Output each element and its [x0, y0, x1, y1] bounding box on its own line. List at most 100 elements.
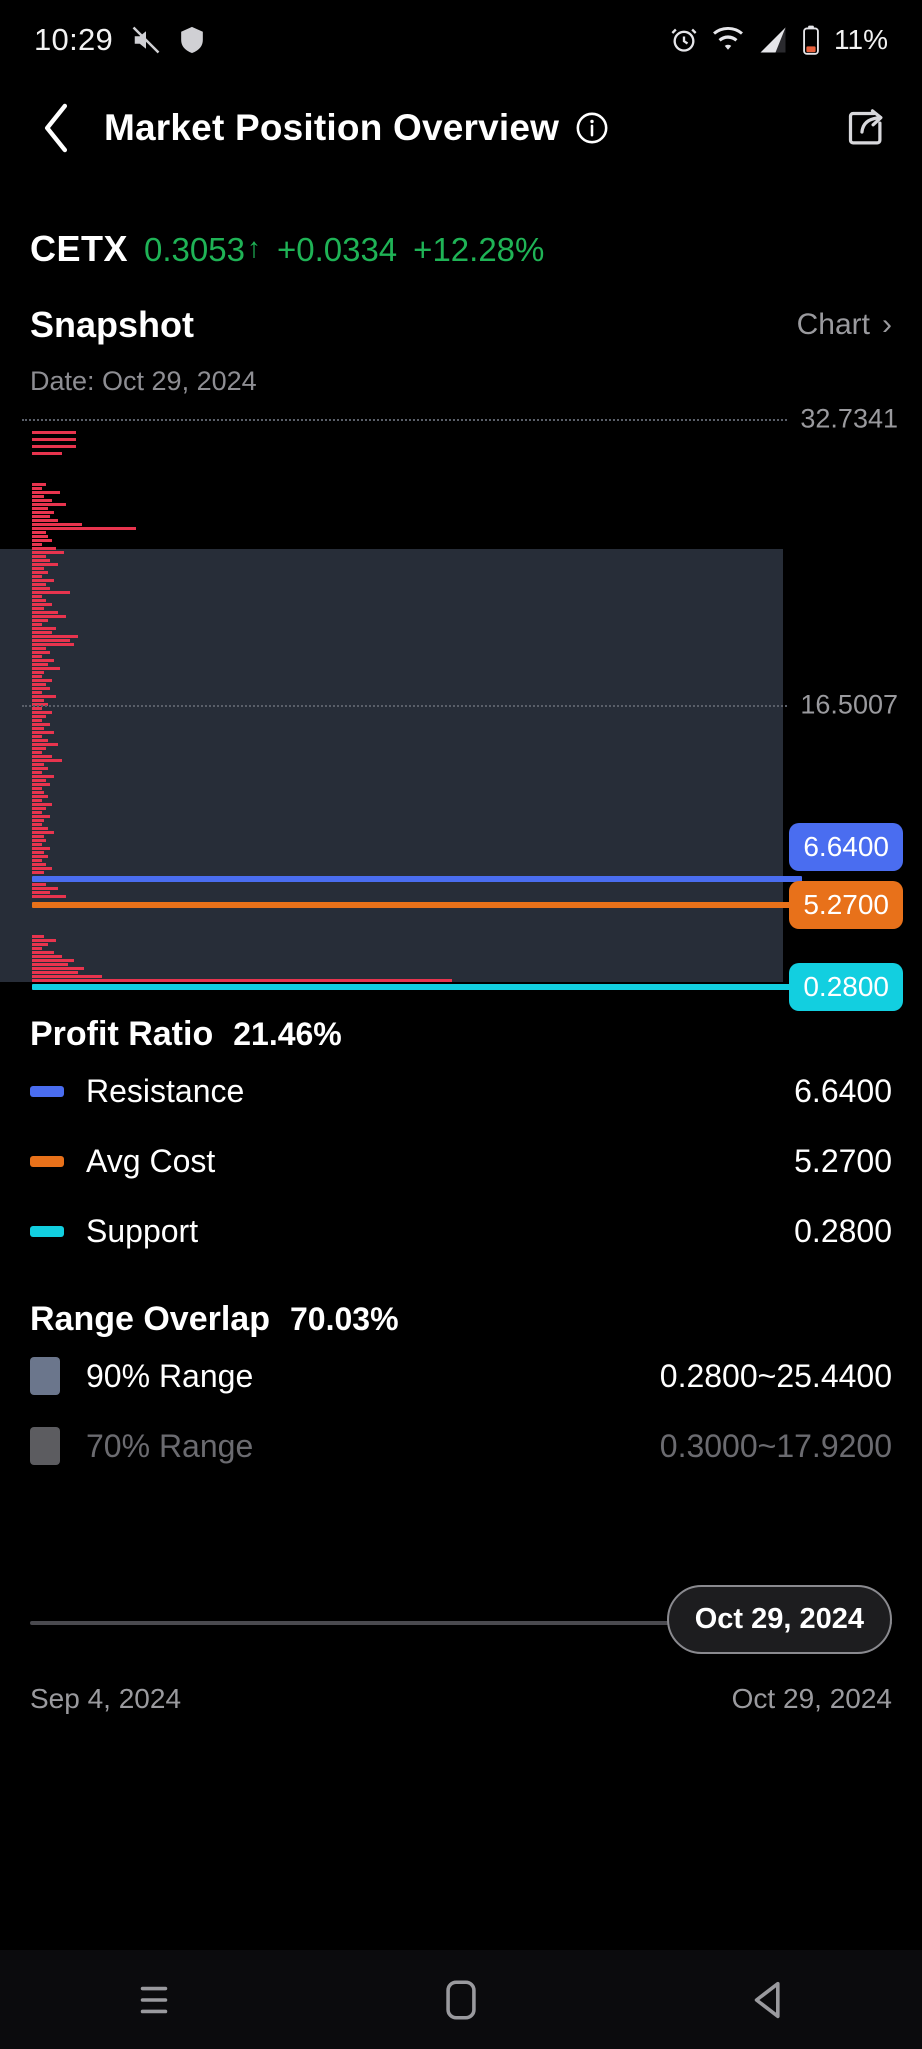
- legend-value: 0.2800: [794, 1212, 892, 1249]
- ticker-row: CETX 0.3053 ↑ +0.0334 +12.28%: [0, 176, 922, 270]
- slider-range-labels: Sep 4, 2024 Oct 29, 2024: [0, 1683, 922, 1715]
- histogram-bar: [32, 639, 70, 642]
- histogram-bar: [32, 863, 46, 866]
- level-line-avg-cost: [32, 902, 802, 908]
- histogram-bar: [32, 611, 58, 614]
- histogram-bar: [32, 499, 52, 502]
- chart-link[interactable]: Chart ›: [797, 308, 892, 342]
- legend-label: Resistance: [86, 1072, 245, 1109]
- back-button[interactable]: [28, 100, 84, 156]
- snapshot-header: Snapshot Chart ›: [0, 270, 922, 346]
- histogram-bar: [32, 483, 46, 486]
- histogram-bar: [32, 659, 54, 662]
- histogram-bar: [32, 515, 50, 518]
- profit-ratio-header: Profit Ratio 21.46%: [30, 1015, 892, 1054]
- level-line-resistance: [32, 876, 802, 882]
- chevron-left-icon: [39, 103, 73, 153]
- histogram-bar: [32, 723, 50, 726]
- legend-label: Support: [86, 1212, 199, 1249]
- histogram-bar: [32, 771, 42, 774]
- legend-row-resistance[interactable]: Resistance 6.6400: [30, 1058, 892, 1124]
- legend-row-support[interactable]: Support 0.2800: [30, 1198, 892, 1264]
- recents-icon: [134, 1982, 174, 2018]
- back-nav-button[interactable]: [713, 1965, 823, 2035]
- histogram-bar: [32, 671, 44, 674]
- histogram-bar: [32, 947, 42, 950]
- histogram-bar: [32, 847, 50, 850]
- histogram-bar: [32, 895, 66, 898]
- level-badge-avg-cost: 5.2700: [789, 881, 903, 929]
- histogram-bar: [32, 535, 48, 538]
- histogram-bar: [32, 959, 74, 962]
- histogram-bar: [32, 759, 62, 762]
- histogram-bar: [32, 755, 52, 758]
- range-overlap-value: 70.03%: [289, 1301, 399, 1337]
- histogram-bar: [32, 438, 76, 441]
- axis-label: 16.5007: [800, 689, 898, 720]
- recents-button[interactable]: [99, 1965, 209, 2035]
- volume-by-price-chart[interactable]: 32.7341 16.5007 6.6400 5.2700 0.2800: [0, 404, 922, 1011]
- share-button[interactable]: [838, 100, 894, 156]
- histogram-bar: [32, 799, 42, 802]
- histogram-bar: [32, 883, 46, 886]
- histogram-bar: [32, 587, 50, 590]
- page-title: Market Position Overview: [104, 107, 560, 148]
- histogram-bar: [32, 963, 68, 966]
- histogram-bar: [32, 727, 44, 730]
- home-button[interactable]: [406, 1965, 516, 2035]
- histogram-bar: [32, 711, 52, 714]
- histogram-bar: [32, 595, 42, 598]
- histogram-bar: [32, 543, 42, 546]
- histogram-bar: [32, 655, 42, 658]
- histogram-bar: [32, 527, 136, 530]
- gridline: [22, 419, 787, 421]
- histogram-bar: [32, 651, 50, 654]
- gridline: [22, 705, 787, 707]
- status-bar: 10:29 11%: [0, 0, 922, 80]
- range-overlap-title: Range Overlap: [30, 1300, 270, 1338]
- histogram-bar: [32, 635, 78, 638]
- legend-row-avg-cost[interactable]: Avg Cost 5.2700: [30, 1128, 892, 1194]
- ticker-change: +0.0334: [276, 231, 398, 268]
- histogram-bar: [32, 452, 62, 455]
- level-badge-resistance: 6.6400: [789, 823, 903, 871]
- legend-value: 6.6400: [794, 1072, 892, 1109]
- slider-thumb[interactable]: Oct 29, 2024: [666, 1585, 892, 1654]
- date-slider[interactable]: Oct 29, 2024: [0, 1585, 922, 1659]
- histogram-bar: [32, 563, 58, 566]
- histogram-bar: [32, 855, 48, 858]
- histogram-bar: [32, 575, 42, 578]
- histogram-bar: [32, 691, 42, 694]
- signal-icon: [758, 26, 788, 54]
- histogram-bar: [32, 939, 56, 942]
- histogram-bar: [32, 619, 48, 622]
- ticker-price-group: 0.3053 ↑: [144, 231, 261, 269]
- histogram-bar: [32, 539, 52, 542]
- histogram-bar: [32, 715, 46, 718]
- histogram-bar: [32, 871, 44, 874]
- histogram-bar: [32, 615, 66, 618]
- histogram-bar: [32, 775, 54, 778]
- histogram-bar: [32, 583, 46, 586]
- legend-row-90-range[interactable]: 90% Range 0.2800~25.4400: [30, 1343, 892, 1409]
- home-icon: [444, 1979, 478, 2021]
- snapshot-title: Snapshot: [30, 304, 195, 345]
- alarm-icon: [670, 26, 698, 54]
- info-circle-icon[interactable]: [575, 111, 609, 145]
- range-overlap-section: Range Overlap 70.03% 90% Range 0.2800~25…: [0, 1300, 922, 1479]
- legend-row-70-range[interactable]: 70% Range 0.3000~17.9200: [30, 1413, 892, 1479]
- histogram-bar: [32, 735, 42, 738]
- range-overlap-header: Range Overlap 70.03%: [30, 1300, 892, 1339]
- histogram-bar: [32, 627, 56, 630]
- support-color-swatch: [30, 1225, 64, 1237]
- slider-end-label: Oct 29, 2024: [731, 1683, 892, 1714]
- profit-ratio-section: Profit Ratio 21.46% Resistance 6.6400 Av…: [0, 1015, 922, 1264]
- histogram-bar: [32, 971, 78, 974]
- range-90-color-swatch: [30, 1357, 60, 1395]
- histogram-bar: [32, 559, 50, 562]
- slider-start-label: Sep 4, 2024: [30, 1683, 182, 1714]
- histogram-bar: [32, 707, 42, 710]
- profit-ratio-title: Profit Ratio: [30, 1015, 214, 1053]
- histogram-bar: [32, 751, 42, 754]
- histogram-bar: [32, 731, 54, 734]
